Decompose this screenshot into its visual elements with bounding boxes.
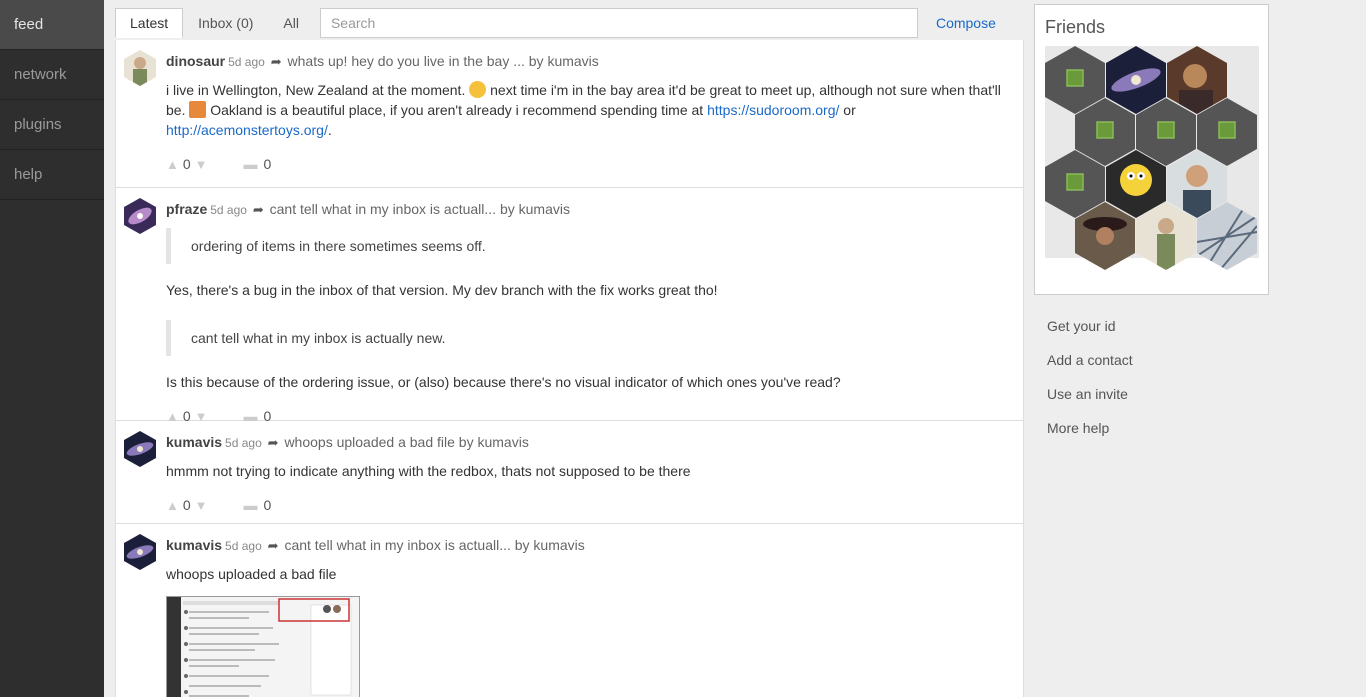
right-column: Friends Get your id Add a contact Use an… bbox=[1034, 4, 1269, 445]
comment-count: 0 bbox=[263, 156, 272, 172]
post-body: hmmm not trying to indicate anything wit… bbox=[166, 461, 1009, 481]
post-meta: pfraze 5d ago ➦ cant tell what in my inbo… bbox=[166, 198, 1009, 220]
friends-title: Friends bbox=[1045, 17, 1106, 37]
tab-inbox[interactable]: Inbox (0) bbox=[183, 8, 268, 38]
post: kumavis 5d ago ➦ cant tell what in my inb… bbox=[116, 524, 1023, 697]
more-help-link[interactable]: More help bbox=[1034, 411, 1269, 445]
acemonstertoys-link[interactable]: http://acemonstertoys.org/ bbox=[166, 122, 328, 138]
post-author[interactable]: kumavis bbox=[166, 434, 222, 450]
avatar[interactable] bbox=[124, 198, 156, 234]
sudoroom-link[interactable]: https://sudoroom.org/ bbox=[707, 102, 839, 118]
post-author[interactable]: kumavis bbox=[166, 537, 222, 553]
post-text: or bbox=[843, 102, 856, 118]
vote-count: 0 bbox=[182, 156, 191, 172]
post-subject[interactable]: whoops uploaded a bad file by kumavis bbox=[284, 434, 528, 450]
sailboat-emoji-icon bbox=[189, 101, 207, 118]
post-text: . bbox=[327, 122, 332, 138]
post-time: 5d ago bbox=[225, 436, 262, 450]
top-bar: Latest Inbox (0) All Compose bbox=[115, 0, 1024, 40]
add-contact-link[interactable]: Add a contact bbox=[1034, 343, 1269, 377]
cat-emoji-icon bbox=[469, 81, 487, 98]
post-time: 5d ago bbox=[225, 539, 262, 553]
sidebar-item-plugins[interactable]: plugins bbox=[0, 100, 104, 150]
avatar[interactable] bbox=[124, 431, 156, 467]
post-body: i live in Wellington, New Zealand at the… bbox=[166, 80, 1009, 140]
use-invite-link[interactable]: Use an invite bbox=[1034, 377, 1269, 411]
reply-arrow-icon: ➦ bbox=[270, 54, 282, 69]
post-text: Oakland is a beautiful place, if you are… bbox=[210, 102, 704, 118]
sidebar-item-help[interactable]: help bbox=[0, 150, 104, 200]
attached-screenshot-image[interactable] bbox=[166, 596, 360, 697]
comment-icon[interactable]: ▬ bbox=[244, 497, 258, 513]
post-text: Is this because of the ordering issue, o… bbox=[166, 374, 841, 390]
main-content: Latest Inbox (0) All Compose dinosaur5d … bbox=[115, 0, 1024, 697]
post-text: hmmm not trying to indicate anything wit… bbox=[166, 463, 691, 479]
compose-link[interactable]: Compose bbox=[936, 15, 996, 31]
post-text: Yes, there's a bug in the inbox of that … bbox=[166, 282, 718, 298]
vote-count: 0 bbox=[182, 497, 191, 513]
comment-count: 0 bbox=[263, 497, 272, 513]
post-subject[interactable]: cant tell what in my inbox is actuall...… bbox=[270, 201, 570, 217]
upvote-icon[interactable]: ▲ bbox=[166, 498, 179, 513]
upvote-icon[interactable]: ▲ bbox=[166, 157, 179, 172]
post-text: whoops uploaded a bad file bbox=[166, 566, 337, 582]
search-input[interactable] bbox=[319, 7, 918, 38]
avatar[interactable] bbox=[124, 50, 156, 86]
post-actions: ▲ 0 ▼ ▬ 0 bbox=[166, 154, 1009, 174]
reply-arrow-icon: ➦ bbox=[252, 202, 264, 217]
tab-all[interactable]: All bbox=[268, 8, 314, 38]
post-subject[interactable]: cant tell what in my inbox is actuall...… bbox=[284, 537, 584, 553]
downvote-icon[interactable]: ▼ bbox=[195, 157, 208, 172]
post-actions: ▲ 0 ▼ ▬ 0 bbox=[166, 495, 1009, 515]
friends-panel: Friends bbox=[1034, 4, 1269, 295]
sidebar-item-network[interactable]: network bbox=[0, 50, 104, 100]
post: kumavis 5d ago ➦ whoops uploaded a bad fi… bbox=[116, 421, 1023, 524]
post-body: ordering of items in there sometimes see… bbox=[166, 228, 1009, 392]
post: dinosaur 5d ago ➦ whats up! hey do you li… bbox=[116, 40, 1023, 188]
post-time: 5d ago bbox=[228, 55, 265, 69]
post-meta: kumavis 5d ago ➦ whoops uploaded a bad fi… bbox=[166, 431, 1009, 453]
get-your-id-link[interactable]: Get your id bbox=[1034, 309, 1269, 343]
tab-latest[interactable]: Latest bbox=[115, 7, 184, 38]
blockquote: cant tell what in my inbox is actually n… bbox=[166, 320, 1009, 356]
blockquote: ordering of items in there sometimes see… bbox=[166, 228, 1009, 264]
reply-arrow-icon: ➦ bbox=[267, 538, 279, 553]
help-links: Get your id Add a contact Use an invite … bbox=[1034, 309, 1269, 445]
sidebar-item-feed[interactable]: feed bbox=[0, 0, 104, 50]
avatar[interactable] bbox=[124, 534, 156, 570]
downvote-icon[interactable]: ▼ bbox=[195, 498, 208, 513]
post-time: 5d ago bbox=[210, 203, 247, 217]
comment-icon[interactable]: ▬ bbox=[244, 156, 258, 172]
sidebar: feed network plugins help bbox=[0, 0, 104, 697]
friends-hex-grid bbox=[1045, 46, 1259, 270]
post-author[interactable]: pfraze bbox=[166, 201, 207, 217]
post-author[interactable]: dinosaur bbox=[166, 53, 225, 69]
feed-list: dinosaur 5d ago ➦ whats up! hey do you li… bbox=[115, 40, 1024, 697]
post-meta: dinosaur 5d ago ➦ whats up! hey do you li… bbox=[166, 50, 1009, 72]
post-text: i live in Wellington, New Zealand at the… bbox=[166, 82, 466, 98]
post: pfraze 5d ago ➦ cant tell what in my inbo… bbox=[116, 188, 1023, 424]
reply-arrow-icon: ➦ bbox=[267, 435, 279, 450]
post-body: whoops uploaded a bad file bbox=[166, 564, 1009, 584]
post-meta: kumavis 5d ago ➦ cant tell what in my inb… bbox=[166, 534, 1009, 556]
post-subject[interactable]: whats up! hey do you live in the bay ...… bbox=[288, 53, 599, 69]
